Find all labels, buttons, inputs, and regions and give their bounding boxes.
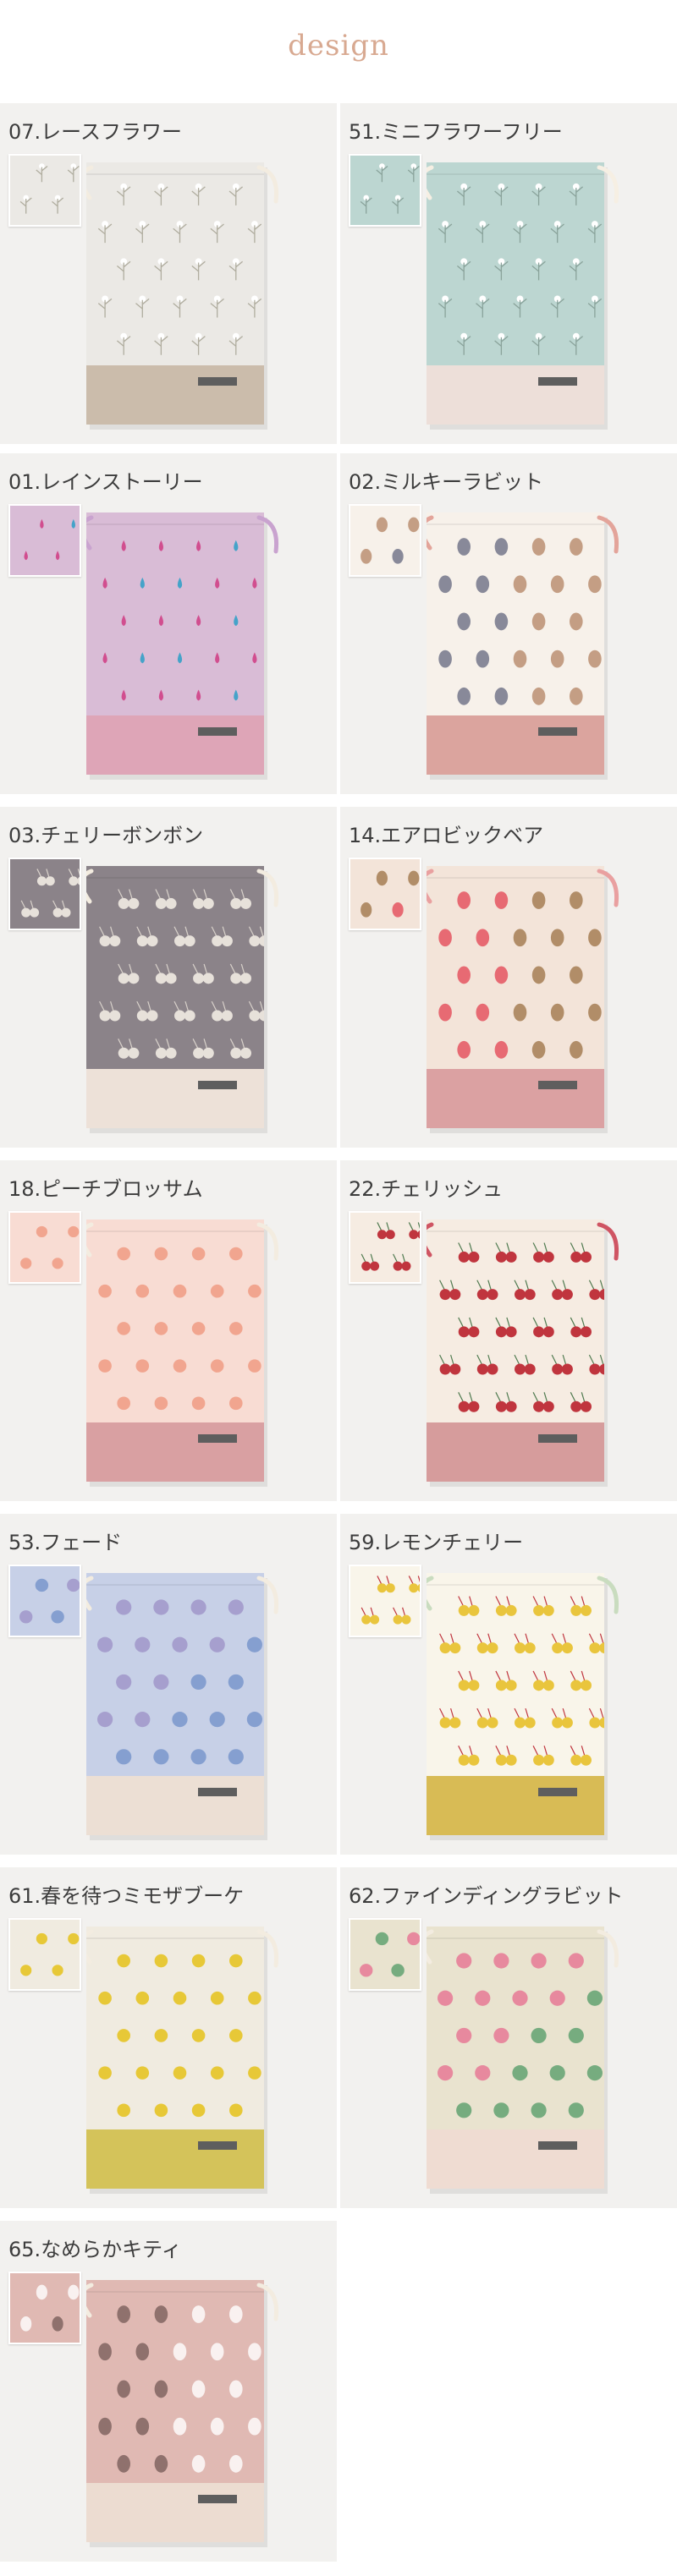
product-name: 51.ミニフラワーフリー — [349, 120, 563, 144]
fabric-swatch — [8, 2272, 81, 2344]
bag-bottom-panel — [86, 1069, 264, 1128]
brand-tag — [198, 1081, 237, 1089]
drawstring-bag-image — [86, 1219, 279, 1490]
bag-bottom-panel — [427, 1776, 604, 1835]
product-name: 61.春を待つミモザブーケ — [8, 1884, 245, 1908]
product-name: 02.ミルキーラビット — [349, 470, 544, 494]
drawstring-bag-image — [427, 866, 619, 1137]
bag-bottom-panel — [86, 2483, 264, 2542]
product-card[interactable]: 53.フェード — [0, 1514, 337, 1855]
brand-tag — [198, 2495, 237, 2503]
brand-tag — [538, 1434, 577, 1443]
fabric-swatch — [349, 504, 421, 577]
brand-tag — [198, 1788, 237, 1796]
brand-tag — [198, 1434, 237, 1443]
fabric-swatch — [8, 1211, 81, 1284]
drawstring-bag-image — [86, 162, 279, 433]
bag-bottom-panel — [86, 715, 264, 775]
product-card[interactable]: 51.ミニフラワーフリー — [340, 103, 677, 444]
drawstring-bag-image — [427, 512, 619, 783]
fabric-swatch — [8, 154, 81, 227]
fabric-swatch — [349, 1918, 421, 1991]
brand-tag — [198, 377, 237, 386]
product-card[interactable]: 65.なめらかキティ — [0, 2221, 337, 2562]
brand-tag — [538, 1788, 577, 1796]
bag-bottom-panel — [427, 365, 604, 425]
header: design — [0, 0, 677, 100]
brand-tag — [198, 2141, 237, 2150]
fabric-swatch — [349, 1211, 421, 1284]
brand-tag — [538, 1081, 577, 1089]
drawstring-bag-image — [86, 1573, 279, 1844]
product-card[interactable]: 14.エアロビックベア — [340, 807, 677, 1148]
product-name: 07.レースフラワー — [8, 120, 182, 144]
bag-bottom-panel — [427, 1422, 604, 1482]
brand-tag — [198, 727, 237, 736]
bag-bottom-panel — [86, 365, 264, 425]
bag-bottom-panel — [427, 2129, 604, 2189]
product-name: 14.エアロビックベア — [349, 824, 544, 847]
product-name: 22.チェリッシュ — [349, 1177, 504, 1201]
drawstring-bag-image — [427, 1927, 619, 2197]
fabric-swatch — [8, 504, 81, 577]
product-card[interactable]: 01.レインストーリー — [0, 453, 337, 794]
brand-tag — [538, 377, 577, 386]
brand-tag — [538, 727, 577, 736]
product-name: 03.チェリーボンボン — [8, 824, 204, 847]
bag-bottom-panel — [86, 1422, 264, 1482]
product-name: 53.フェード — [8, 1531, 123, 1554]
drawstring-bag-image — [86, 2280, 279, 2551]
drawstring-bag-image — [427, 1573, 619, 1844]
fabric-swatch — [349, 1565, 421, 1637]
product-name: 65.なめらかキティ — [8, 2238, 182, 2261]
drawstring-bag-image — [427, 1219, 619, 1490]
product-card[interactable]: 02.ミルキーラビット — [340, 453, 677, 794]
page-title: design — [288, 29, 389, 63]
product-name: 62.ファインディングラビット — [349, 1884, 624, 1908]
fabric-swatch — [8, 858, 81, 930]
fabric-swatch — [349, 154, 421, 227]
drawstring-bag-image — [86, 1927, 279, 2197]
fabric-swatch — [349, 858, 421, 930]
product-card[interactable]: 61.春を待つミモザブーケ — [0, 1867, 337, 2208]
product-card[interactable]: 07.レースフラワー — [0, 103, 337, 444]
brand-tag — [538, 2141, 577, 2150]
product-card[interactable]: 62.ファインディングラビット — [340, 1867, 677, 2208]
drawstring-bag-image — [427, 162, 619, 433]
drawstring-bag-image — [86, 512, 279, 783]
product-name: 59.レモンチェリー — [349, 1531, 524, 1554]
fabric-swatch — [8, 1918, 81, 1991]
product-name: 18.ピーチブロッサム — [8, 1177, 203, 1201]
drawstring-bag-image — [86, 866, 279, 1137]
product-card[interactable]: 59.レモンチェリー — [340, 1514, 677, 1855]
product-card[interactable]: 22.チェリッシュ — [340, 1160, 677, 1501]
bag-bottom-panel — [427, 1069, 604, 1128]
bag-bottom-panel — [86, 1776, 264, 1835]
bag-bottom-panel — [427, 715, 604, 775]
product-card[interactable]: 03.チェリーボンボン — [0, 807, 337, 1148]
product-name: 01.レインストーリー — [8, 470, 203, 494]
bag-bottom-panel — [86, 2129, 264, 2189]
fabric-swatch — [8, 1565, 81, 1637]
product-card[interactable]: 18.ピーチブロッサム — [0, 1160, 337, 1501]
